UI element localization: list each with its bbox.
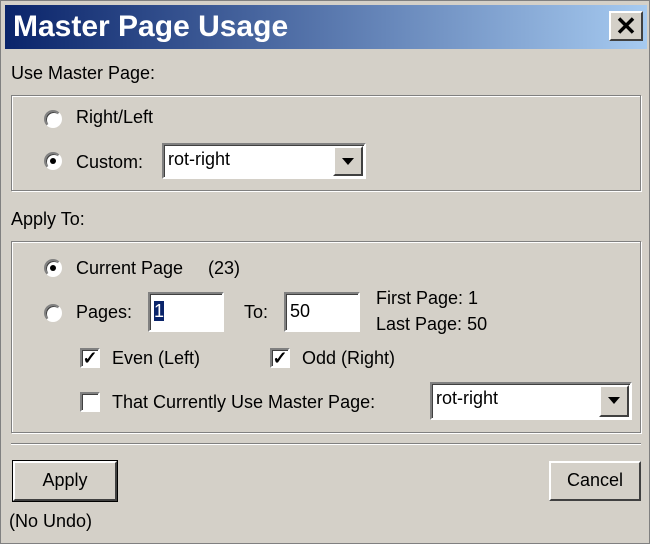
master-page-usage-dialog: Master Page Usage ✕ Use Master Page: Rig…	[0, 0, 650, 544]
apply-to-group: Current Page (23) Pages: 1 To: 50 First …	[11, 241, 641, 433]
apply-to-label: Apply To:	[11, 209, 85, 229]
apply-button[interactable]: Apply	[12, 460, 118, 502]
custom-radio[interactable]	[44, 152, 62, 170]
close-icon: ✕	[615, 11, 637, 41]
pages-from-value: 1	[154, 301, 165, 321]
use-master-page-group: Right/Left Custom: rot-right	[11, 95, 641, 191]
to-label: To:	[244, 302, 269, 322]
chevron-down-icon	[608, 397, 620, 404]
right-left-radio[interactable]	[44, 110, 62, 128]
odd-right-label[interactable]: Odd (Right)	[302, 348, 395, 369]
pages-to-value: 50	[290, 301, 311, 321]
odd-right-checkbox[interactable]: ✓	[270, 348, 290, 368]
custom-combo-value: rot-right	[168, 149, 231, 169]
combo-dropdown-button[interactable]	[333, 146, 363, 176]
no-undo-text: (No Undo)	[9, 511, 93, 531]
use-master-page-label: Use Master Page:	[11, 63, 156, 83]
current-page-label[interactable]: Current Page	[76, 258, 183, 279]
that-currently-combo-value: rot-right	[436, 388, 499, 408]
custom-master-page-combo[interactable]: rot-right	[162, 143, 366, 179]
combo-dropdown-button[interactable]	[599, 385, 629, 417]
that-currently-use-checkbox[interactable]	[80, 392, 100, 412]
that-currently-use-label[interactable]: That Currently Use Master Page:	[112, 392, 375, 413]
radio-selected-dot	[50, 265, 56, 271]
right-left-label[interactable]: Right/Left	[76, 107, 153, 128]
close-button[interactable]: ✕	[609, 11, 643, 41]
title-bar[interactable]: Master Page Usage ✕	[5, 5, 647, 49]
radio-selected-dot	[50, 158, 56, 164]
first-page-text: First Page: 1	[376, 288, 479, 308]
chevron-down-icon	[342, 158, 354, 165]
checkmark-icon: ✓	[82, 348, 98, 368]
current-page-radio[interactable]	[44, 259, 62, 277]
cancel-button[interactable]: Cancel	[549, 461, 641, 501]
dialog-title: Master Page Usage	[13, 10, 289, 43]
last-page-text: Last Page: 50	[376, 314, 488, 334]
pages-from-input[interactable]: 1	[148, 292, 224, 332]
divider	[11, 443, 641, 445]
current-page-number: (23)	[208, 258, 241, 278]
even-left-checkbox[interactable]: ✓	[80, 348, 100, 368]
pages-to-input[interactable]: 50	[284, 292, 360, 332]
pages-label[interactable]: Pages:	[76, 302, 132, 323]
pages-radio[interactable]	[44, 304, 62, 322]
checkmark-icon: ✓	[272, 348, 288, 368]
custom-label[interactable]: Custom:	[76, 152, 143, 173]
even-left-label[interactable]: Even (Left)	[112, 348, 200, 369]
that-currently-master-page-combo[interactable]: rot-right	[430, 382, 632, 420]
